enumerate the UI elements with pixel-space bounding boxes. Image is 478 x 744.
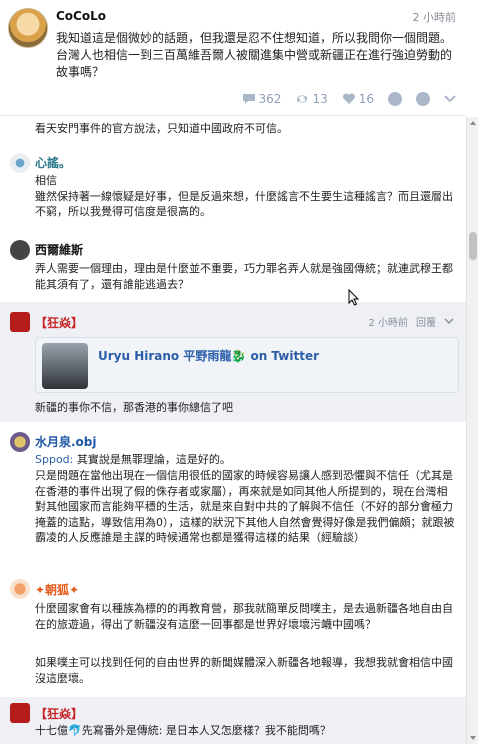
- comment-author[interactable]: ✦朝狐✦: [35, 581, 79, 598]
- repost-button[interactable]: 13: [295, 92, 328, 106]
- mute-icon[interactable]: [416, 92, 430, 106]
- list-item: 心謠。 相信 雖然保持著一線懷疑是好事，但是反過來想，什麼謠言不生要生這種謠言？…: [0, 151, 466, 231]
- comment-author[interactable]: 水月泉.obj: [35, 433, 97, 450]
- link-embed[interactable]: Uryu Hirano 平野雨龍🐉 on Twitter: [35, 337, 459, 393]
- avatar[interactable]: [10, 312, 30, 332]
- post-body: 我知道這是個微妙的話題，但我還是忍不住想知道，所以我問你一個問題。台灣人也相信一…: [56, 31, 453, 79]
- mention-link[interactable]: Sppod:: [35, 453, 73, 466]
- scrollbar[interactable]: [466, 117, 478, 744]
- list-item: 看天安門事件的官方說法，只知道中國政府不可信。: [0, 121, 466, 139]
- post-author[interactable]: CoCoLo: [56, 9, 106, 23]
- chevron-down-icon[interactable]: [444, 318, 454, 325]
- scroll-up-icon[interactable]: [470, 121, 476, 125]
- comment-meta: 2 小時前 回覆: [368, 314, 454, 329]
- comment-author[interactable]: 【狂焱】: [35, 705, 83, 722]
- bookmark-icon[interactable]: [388, 92, 402, 106]
- comment-text-second: 如果噗主可以找到任何的自由世界的新聞媒體深入新疆各地報導，我想我就會相信中國沒這…: [35, 656, 453, 685]
- comment-author[interactable]: 心謠。: [35, 154, 71, 171]
- avatar[interactable]: [10, 153, 30, 173]
- comment-count-button[interactable]: 362: [242, 92, 282, 106]
- comment-text: 只是問題在當他出現在一個信用很低的國家的時候容易讓人感到恐懼與不信任（尤其是在香…: [35, 469, 455, 544]
- avatar[interactable]: [10, 240, 30, 260]
- comment-text: 十七億🐬先寫番外是傳統: 是日本人又怎麼樣？我不能問嗎？: [35, 724, 331, 737]
- comment-text: 什麼國家會有以種族為標的的再教育營，那我就簡單反問噗主，是去過新疆各地自由自在的…: [35, 602, 453, 631]
- comment-icon: [242, 94, 255, 104]
- comment-text: 新疆的事你不信，那香港的事你總信了吧: [35, 401, 233, 414]
- scroll-down-icon[interactable]: [470, 736, 476, 740]
- comment-text-first: Sppod: 其實說是無罪理論，這是好的。: [35, 453, 231, 466]
- chevron-down-icon[interactable]: [444, 95, 456, 103]
- like-count: 16: [358, 92, 374, 106]
- list-item: 【狂焱】 2 小時前 回覆 Uryu Hirano 平野雨龍🐉 on Twitt…: [0, 302, 466, 422]
- author-avatar[interactable]: [8, 8, 48, 48]
- list-item: ✦朝狐✦ 什麼國家會有以種族為標的的再教育營，那我就簡單反問噗主，是去過新疆各地…: [0, 577, 466, 697]
- reply-button[interactable]: 回覆: [416, 314, 436, 329]
- avatar[interactable]: [10, 579, 30, 599]
- like-button[interactable]: 16: [342, 92, 374, 106]
- avatar[interactable]: [10, 703, 30, 723]
- main-post: CoCoLo 2 小時前 我知道這是個微妙的話題，但我還是忍不住想知道，所以我問…: [0, 0, 466, 116]
- comment-list[interactable]: 看天安門事件的官方說法，只知道中國政府不可信。 心謠。 相信 雖然保持著一線懷疑…: [0, 117, 466, 744]
- heart-icon: [342, 93, 355, 104]
- comment-text: 看天安門事件的官方說法，只知道中國政府不可信。: [35, 122, 288, 135]
- embed-title[interactable]: Uryu Hirano 平野雨龍🐉 on Twitter: [98, 347, 319, 364]
- comment-author[interactable]: 西爾維斯: [35, 241, 83, 258]
- comment-count: 362: [258, 92, 282, 106]
- post-actions: 362 13 16: [242, 92, 456, 106]
- comment-time: 2 小時前: [368, 318, 408, 329]
- scroll-thumb[interactable]: [469, 232, 477, 260]
- list-item: 西爾維斯 弄人需要一個理由，理由是什麼並不重要，巧力罪名弄人就是強國傳統；就連武…: [0, 237, 466, 297]
- list-item: 【狂焱】 十七億🐬先寫番外是傳統: 是日本人又怎麼樣？我不能問嗎？: [0, 697, 466, 744]
- comment-text: 弄人需要一個理由，理由是什麼並不重要，巧力罪名弄人就是強國傳統；就連武穆王都能其…: [35, 262, 453, 291]
- list-item: 水月泉.obj Sppod: 其實說是無罪理論，這是好的。 只是問題在當他出現在…: [0, 430, 466, 575]
- comment-author[interactable]: 【狂焱】: [35, 314, 83, 331]
- post-time: 2 小時前: [412, 11, 457, 24]
- avatar[interactable]: [10, 432, 30, 452]
- comment-text: 相信 雖然保持著一線懷疑是好事，但是反過來想，什麼謠言不生要生這種謠言？而且還層…: [35, 174, 453, 218]
- embed-thumbnail: [42, 343, 88, 389]
- repost-count: 13: [312, 92, 328, 106]
- repost-icon: [297, 95, 308, 103]
